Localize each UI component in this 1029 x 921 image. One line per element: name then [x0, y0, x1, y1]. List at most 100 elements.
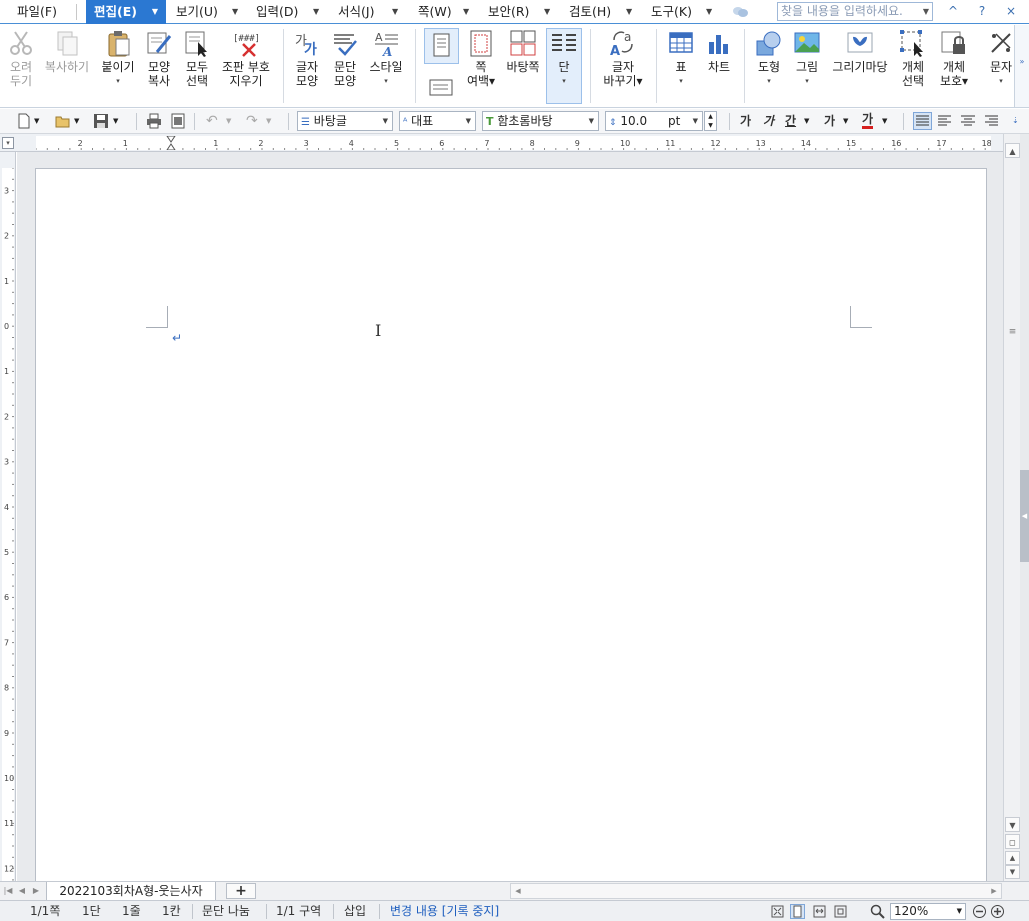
help-bubble-icon[interactable] — [732, 5, 748, 19]
status-track-changes[interactable]: 변경 내용 [기록 중지] — [390, 901, 499, 921]
select-all-button[interactable]: 모두 선택 — [180, 28, 214, 88]
menu-edit[interactable]: 편집(E) — [86, 0, 145, 24]
menu-page[interactable]: 쪽(W) — [418, 0, 452, 24]
print-preview-icon[interactable] — [170, 113, 186, 129]
tab-prev-icon[interactable]: ◀ — [16, 884, 28, 898]
side-panel-toggle-icon[interactable]: ◀ — [1020, 470, 1029, 562]
chart-button[interactable]: 차트 — [702, 28, 736, 74]
open-folder-icon[interactable] — [55, 113, 71, 129]
menu-tools-dropdown-icon[interactable]: ▼ — [706, 0, 712, 24]
strikethrough-dropdown-icon[interactable]: ▼ — [843, 113, 853, 129]
font-color-dropdown-icon[interactable]: ▼ — [882, 113, 892, 129]
style-combo[interactable]: ☰ 바탕글 ▼ — [297, 111, 393, 131]
status-insert-mode[interactable]: 삽입 — [344, 901, 366, 921]
portrait-button[interactable] — [424, 28, 459, 64]
page[interactable]: ↵ I — [35, 168, 987, 881]
bold-button[interactable]: 가 — [740, 112, 751, 130]
menu-view[interactable]: 보기(U) — [176, 0, 218, 24]
underline-button[interactable]: 간 — [785, 112, 796, 130]
font-size-spinner[interactable]: ▲ ▼ — [704, 111, 717, 131]
underline-dropdown-icon[interactable]: ▼ — [804, 113, 814, 129]
symbol-button[interactable]: 문자 ▾ — [986, 28, 1016, 88]
strikethrough-button[interactable]: 가 — [824, 112, 835, 130]
align-center-icon[interactable] — [960, 113, 976, 129]
redo-icon[interactable]: ↷ — [246, 113, 262, 129]
master-page-button[interactable]: 바탕쪽 — [502, 28, 544, 74]
cut-button[interactable]: 오려 두기 — [4, 28, 38, 88]
scroll-select-icon[interactable]: ◻ — [1005, 834, 1020, 849]
align-left-icon[interactable] — [937, 113, 953, 129]
style-button[interactable]: AA 스타일 ▾ — [366, 28, 406, 88]
align-right-icon[interactable] — [983, 113, 999, 129]
document-area[interactable]: ↵ I — [17, 152, 1003, 881]
landscape-button[interactable] — [426, 76, 456, 100]
menu-insert-dropdown-icon[interactable]: ▼ — [313, 0, 319, 24]
toolbar-overflow-icon[interactable]: ⇣ — [1012, 113, 1026, 129]
vertical-scrollbar[interactable]: ▲ ≡ ▼ ◻ ▲ ▼ — [1003, 134, 1020, 881]
scroll-up-icon[interactable]: ▲ — [1005, 143, 1020, 158]
replace-char-button[interactable]: Aa 글자 바꾸기▾ — [598, 28, 648, 88]
menu-page-dropdown-icon[interactable]: ▼ — [463, 0, 469, 24]
zoom-in-icon[interactable] — [990, 904, 1005, 919]
full-page-icon[interactable] — [833, 904, 848, 919]
menu-edit-dropdown-icon[interactable]: ▼ — [144, 0, 166, 24]
menu-security-dropdown-icon[interactable]: ▼ — [544, 0, 550, 24]
save-dropdown-icon[interactable]: ▼ — [113, 113, 123, 129]
ruler-corner-icon[interactable]: ▾ — [2, 137, 14, 149]
style-combo-dropdown-icon[interactable]: ▼ — [383, 112, 388, 130]
scroll-down-icon[interactable]: ▼ — [1005, 817, 1020, 832]
tab-next-icon[interactable]: ▶ — [30, 884, 42, 898]
italic-button[interactable]: 가 — [763, 112, 774, 130]
menu-format[interactable]: 서식(J) — [338, 0, 374, 24]
zoom-out-icon[interactable] — [972, 904, 987, 919]
columns-button[interactable]: 단 ▾ — [547, 28, 581, 88]
align-justify-icon[interactable] — [913, 112, 932, 130]
menu-review-dropdown-icon[interactable]: ▼ — [626, 0, 632, 24]
fit-page-icon[interactable] — [770, 904, 785, 919]
copy-button[interactable]: 복사하기 — [42, 28, 92, 74]
menu-tools[interactable]: 도구(K) — [651, 0, 692, 24]
prev-page-icon[interactable]: ▲ — [1005, 851, 1020, 865]
zoom-combo[interactable]: 120% ▼ — [890, 903, 966, 920]
menu-format-dropdown-icon[interactable]: ▼ — [392, 0, 398, 24]
close-icon[interactable]: × — [1003, 3, 1019, 19]
font-combo[interactable]: T 함초롬바탕 ▼ — [482, 111, 599, 131]
help-icon[interactable]: ? — [974, 3, 990, 19]
para-shape-button[interactable]: 문단 모양 — [328, 28, 362, 88]
language-combo-dropdown-icon[interactable]: ▼ — [466, 112, 471, 130]
picture-button[interactable]: 그림 ▾ — [790, 28, 824, 88]
char-shape-button[interactable]: 가가 글자 모양 — [290, 28, 324, 88]
redo-dropdown-icon[interactable]: ▼ — [266, 113, 276, 129]
ribbon-expand-icon[interactable]: » — [1014, 25, 1029, 107]
save-icon[interactable] — [93, 113, 109, 129]
scroll-grip-icon[interactable]: ≡ — [1007, 328, 1018, 337]
scroll-left-icon[interactable]: ◀ — [511, 884, 525, 898]
undo-dropdown-icon[interactable]: ▼ — [226, 113, 236, 129]
open-dropdown-icon[interactable]: ▼ — [74, 113, 84, 129]
new-dropdown-icon[interactable]: ▼ — [34, 113, 44, 129]
font-combo-dropdown-icon[interactable]: ▼ — [589, 112, 594, 130]
page-margin-button[interactable]: 쪽 여백▾ — [462, 28, 500, 88]
next-page-icon[interactable]: ▼ — [1005, 865, 1020, 879]
page-view-icon[interactable] — [790, 904, 805, 919]
font-size-combo[interactable]: ⇕ 10.0 pt ▼ — [605, 111, 703, 131]
font-size-dropdown-icon[interactable]: ▼ — [693, 112, 698, 130]
vertical-ruler[interactable]: 3 2 1 0 1 2 3 4 5 6 7 8 9 10 11 12 — [0, 152, 16, 881]
indent-marker-icon[interactable] — [166, 143, 176, 151]
font-color-button[interactable]: 가 — [862, 112, 874, 129]
indent-marker-icon[interactable] — [166, 135, 176, 143]
paste-button[interactable]: 붙이기 ▾ — [98, 28, 138, 88]
menu-review[interactable]: 검토(H) — [569, 0, 611, 24]
language-combo[interactable]: ᴬ 대표 ▼ — [399, 111, 476, 131]
tab-first-icon[interactable]: |◀ — [2, 884, 14, 898]
search-dropdown-icon[interactable]: ▼ — [923, 3, 929, 20]
zoom-dropdown-icon[interactable]: ▼ — [957, 904, 962, 919]
horizontal-scrollbar[interactable]: ◀ ▶ — [510, 883, 1002, 899]
menu-security[interactable]: 보안(R) — [488, 0, 529, 24]
document-tab[interactable]: 2022103회차A형-웃는사자 — [46, 882, 216, 901]
format-painter-button[interactable]: 모양 복사 — [142, 28, 176, 88]
menu-insert[interactable]: 입력(D) — [256, 0, 298, 24]
undo-icon[interactable]: ↶ — [206, 113, 222, 129]
width-fit-icon[interactable] — [812, 904, 827, 919]
menu-file[interactable]: 파일(F) — [17, 0, 57, 24]
